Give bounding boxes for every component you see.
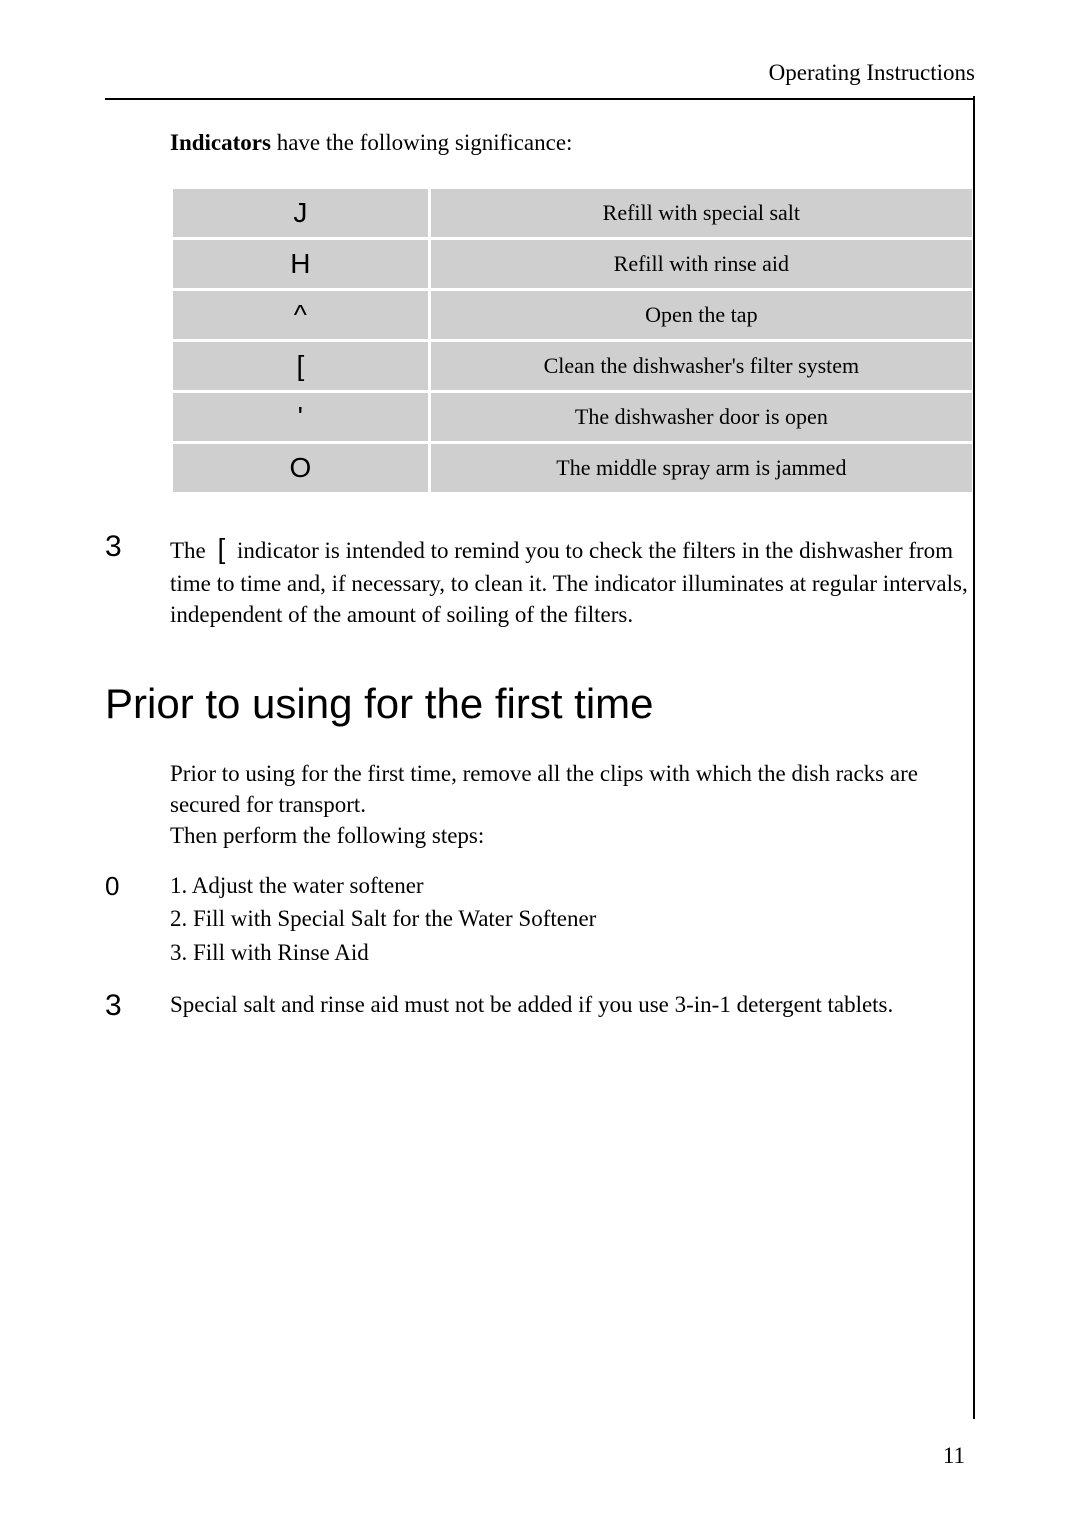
indicator-symbol: O <box>173 444 428 492</box>
filter-note: 3 The [ indicator is intended to remind … <box>105 530 975 630</box>
table-row: H Refill with rinse aid <box>173 240 972 288</box>
indicator-symbol: ' <box>173 393 428 441</box>
indicator-meaning: Clean the dishwasher's filter system <box>431 342 972 390</box>
note-marker: 3 <box>105 530 170 630</box>
right-rule <box>973 96 975 1419</box>
table-row: O The middle spray arm is jammed <box>173 444 972 492</box>
table-row: J Refill with special salt <box>173 189 972 237</box>
indicators-intro: Indicators have the following significan… <box>170 130 975 156</box>
note-body: The [ indicator is intended to remind yo… <box>170 530 975 630</box>
indicators-label: Indicators <box>170 130 271 155</box>
indicator-meaning: The dishwasher door is open <box>431 393 972 441</box>
tablet-note: 3 Special salt and rinse aid must not be… <box>105 989 975 1023</box>
indicator-meaning: Refill with rinse aid <box>431 240 972 288</box>
step-item: 1. Adjust the water softener <box>170 869 596 902</box>
first-use-intro-wrap: Prior to using for the first time, remov… <box>170 758 975 851</box>
header-rule <box>105 98 975 100</box>
indicator-symbol: [ <box>173 342 428 390</box>
content-column: Indicators have the following significan… <box>170 130 975 495</box>
indicator-meaning: Refill with special salt <box>431 189 972 237</box>
indicator-meaning: The middle spray arm is jammed <box>431 444 972 492</box>
note-marker: 3 <box>105 989 170 1023</box>
indicators-rest: have the following significance: <box>271 130 572 155</box>
table-row: ^ Open the tap <box>173 291 972 339</box>
steps-body: 1. Adjust the water softener 2. Fill wit… <box>170 869 596 969</box>
section-heading: Prior to using for the first time <box>105 680 975 728</box>
first-use-intro: Prior to using for the first time, remov… <box>170 758 975 851</box>
note-body: Special salt and rinse aid must not be a… <box>170 989 893 1023</box>
filter-icon: [ <box>212 530 232 568</box>
table-row: ' The dishwasher door is open <box>173 393 972 441</box>
indicator-symbol: ^ <box>173 291 428 339</box>
steps-block: 0 1. Adjust the water softener 2. Fill w… <box>105 869 975 969</box>
steps-marker: 0 <box>105 869 170 969</box>
indicator-meaning: Open the tap <box>431 291 972 339</box>
indicator-symbol: H <box>173 240 428 288</box>
indicators-table: J Refill with special salt H Refill with… <box>170 186 975 495</box>
header-section-title: Operating Instructions <box>105 60 975 98</box>
indicator-symbol: J <box>173 189 428 237</box>
note-pre: The <box>170 538 212 563</box>
page-number: 11 <box>943 1443 965 1469</box>
table-row: [ Clean the dishwasher's filter system <box>173 342 972 390</box>
step-item: 3. Fill with Rinse Aid <box>170 936 596 969</box>
step-item: 2. Fill with Special Salt for the Water … <box>170 902 596 935</box>
manual-page: Operating Instructions Indicators have t… <box>0 0 1080 1529</box>
note-post: indicator is intended to remind you to c… <box>170 538 968 627</box>
